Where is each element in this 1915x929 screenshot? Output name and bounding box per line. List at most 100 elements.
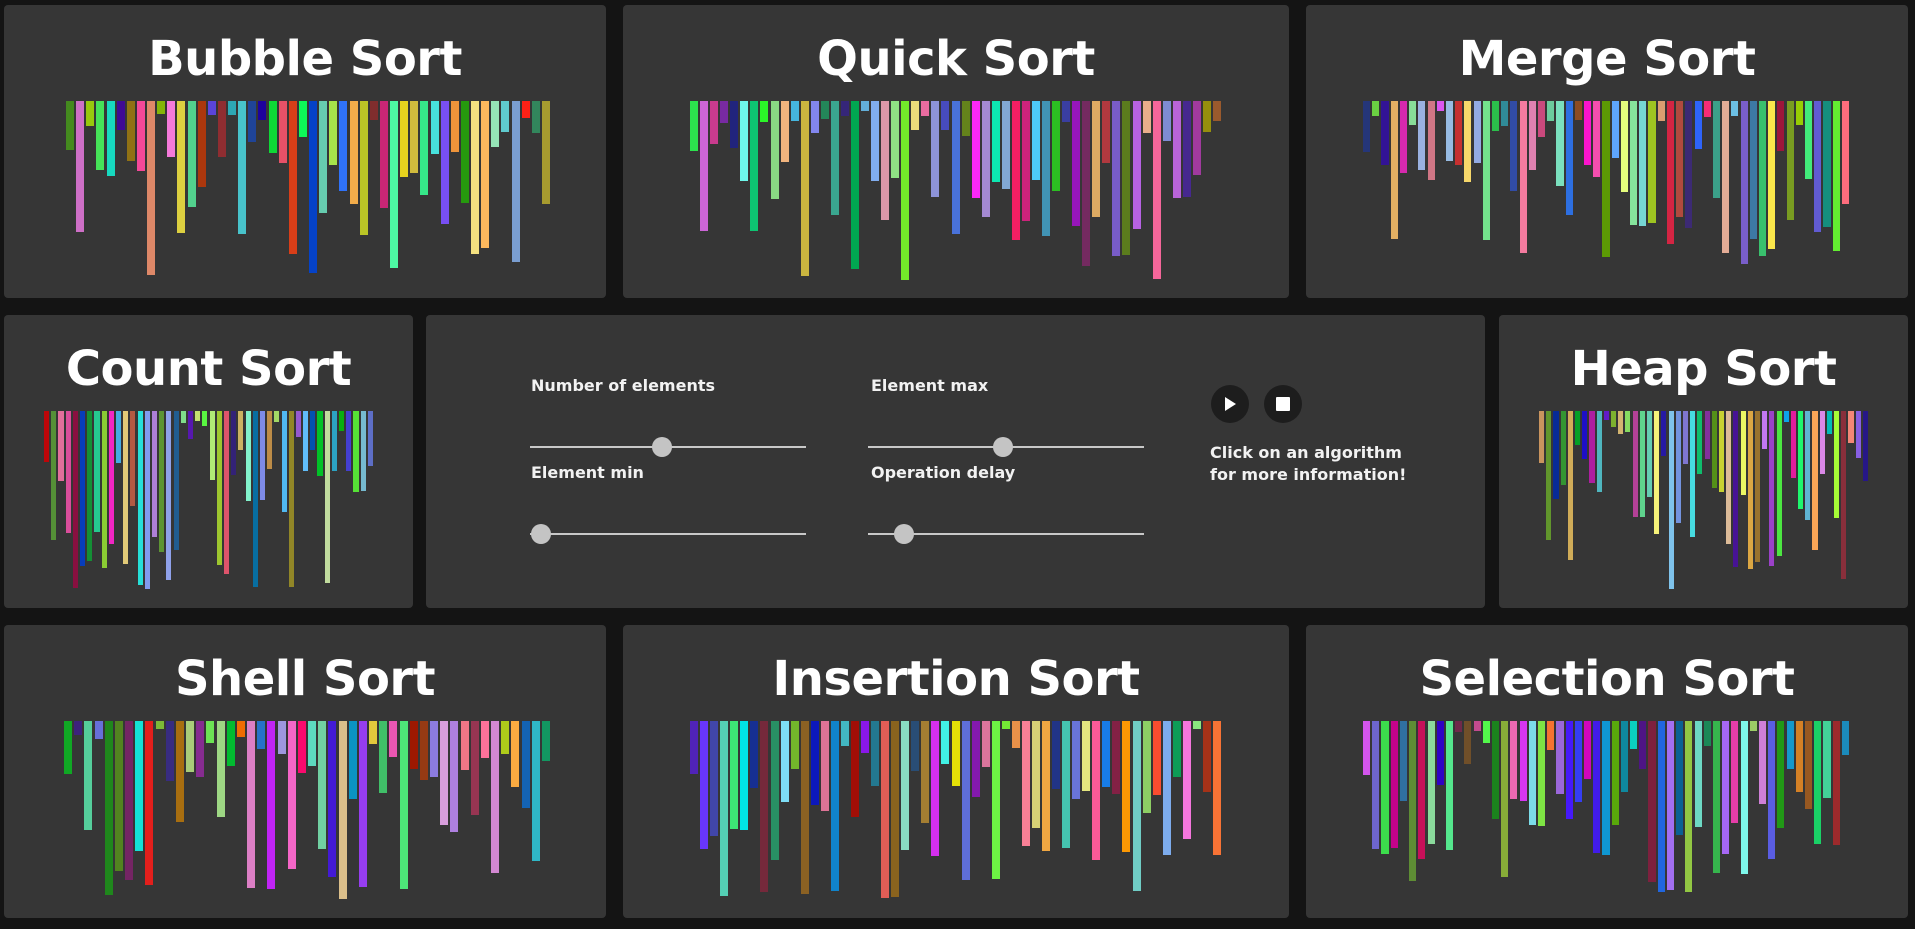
array-bar	[1776, 411, 1782, 556]
array-bar	[1092, 101, 1101, 217]
array-bar	[1102, 721, 1111, 787]
insertion-sort-panel[interactable]: Insertion Sort	[623, 625, 1289, 918]
array-bar	[216, 721, 225, 817]
array-bar	[1162, 721, 1171, 855]
operation-delay-slider[interactable]	[868, 522, 1144, 546]
array-bar	[760, 101, 769, 122]
array-bar	[830, 721, 839, 891]
array-bar	[1834, 411, 1840, 518]
array-bar	[1675, 411, 1681, 523]
array-bar	[1501, 101, 1509, 126]
array-bar	[1409, 721, 1417, 881]
array-bar	[971, 101, 980, 198]
array-bar	[288, 101, 297, 254]
selection-sort-panel[interactable]: Selection Sort	[1306, 625, 1908, 918]
array-bar	[1704, 411, 1710, 459]
array-bar	[1565, 101, 1573, 215]
array-bar	[1142, 101, 1151, 133]
array-bar	[147, 101, 156, 275]
array-bar	[399, 721, 408, 889]
array-bar	[840, 101, 849, 116]
slider-thumb[interactable]	[531, 524, 552, 544]
array-bar	[1574, 721, 1582, 802]
array-bar	[360, 411, 366, 491]
array-bar	[1152, 721, 1161, 795]
array-bar	[780, 101, 789, 162]
merge-sort-panel[interactable]: Merge Sort	[1306, 5, 1908, 298]
array-bar	[541, 721, 550, 761]
element-max-slider[interactable]	[868, 435, 1144, 459]
array-bar	[1596, 411, 1602, 492]
array-bar	[308, 721, 317, 766]
array-bar	[810, 721, 819, 805]
shell-sort-panel[interactable]: Shell Sort	[4, 625, 606, 918]
array-bar	[1795, 101, 1803, 125]
array-bar	[268, 101, 277, 153]
array-bar	[247, 721, 256, 888]
count-sort-title: Count Sort	[65, 341, 352, 397]
array-bar	[971, 721, 980, 797]
array-bar	[231, 411, 237, 475]
count-sort-panel[interactable]: Count Sort	[4, 315, 413, 608]
array-bar	[353, 411, 359, 492]
array-bar	[1593, 101, 1601, 177]
slider-thumb[interactable]	[993, 437, 1014, 457]
bubble-sort-panel[interactable]: Bubble Sort	[4, 5, 606, 298]
stop-button[interactable]	[1264, 385, 1302, 423]
array-bar	[1553, 411, 1559, 499]
array-bar	[1620, 721, 1628, 792]
array-bar	[1528, 101, 1536, 170]
array-bar	[400, 101, 409, 177]
array-bar	[1798, 411, 1804, 509]
array-bar	[450, 101, 459, 152]
array-bar	[710, 101, 719, 144]
array-bar	[1122, 721, 1131, 852]
array-bar	[1620, 101, 1628, 192]
array-bar	[1676, 721, 1684, 835]
insertion-sort-title: Insertion Sort	[772, 651, 1140, 707]
slider-thumb[interactable]	[652, 437, 673, 457]
array-bar	[1823, 101, 1831, 227]
array-bar	[1731, 721, 1739, 823]
slider-thumb[interactable]	[893, 524, 914, 544]
quick-sort-panel[interactable]: Quick Sort	[623, 5, 1289, 298]
array-bar	[1654, 411, 1660, 534]
array-bar	[740, 101, 749, 181]
heap-sort-panel[interactable]: Heap Sort	[1499, 315, 1908, 608]
array-bar	[1740, 721, 1748, 874]
array-bar	[94, 411, 100, 532]
array-bar	[1832, 101, 1840, 251]
array-bar	[700, 101, 709, 231]
array-bar	[1381, 101, 1389, 165]
array-bar	[216, 411, 222, 565]
num-elements-slider[interactable]	[530, 435, 806, 459]
array-bar	[1694, 721, 1702, 827]
array-bar	[871, 101, 880, 181]
quick-sort-bars	[690, 101, 1223, 281]
array-bar	[440, 101, 449, 224]
array-bar	[1593, 721, 1601, 853]
element-min-slider[interactable]	[530, 522, 806, 546]
array-bar	[1814, 721, 1822, 844]
array-bar	[840, 721, 849, 746]
array-bar	[349, 101, 358, 204]
array-bar	[252, 411, 258, 587]
array-bar	[1722, 101, 1730, 253]
array-bar	[1639, 411, 1645, 517]
array-bar	[1082, 101, 1091, 266]
array-bar	[358, 721, 367, 887]
array-bar	[1112, 721, 1121, 794]
array-bar	[1668, 411, 1674, 589]
array-bar	[1841, 411, 1847, 579]
array-bar	[217, 101, 226, 157]
shell-sort-bars	[64, 721, 552, 901]
array-bar	[760, 721, 769, 892]
array-bar	[389, 721, 398, 757]
array-bar	[1676, 101, 1684, 217]
array-bar	[245, 411, 251, 501]
array-bar	[1657, 101, 1665, 121]
array-bar	[1832, 721, 1840, 845]
play-button[interactable]	[1211, 385, 1249, 423]
array-bar	[1795, 721, 1803, 792]
array-bar	[1646, 411, 1653, 497]
